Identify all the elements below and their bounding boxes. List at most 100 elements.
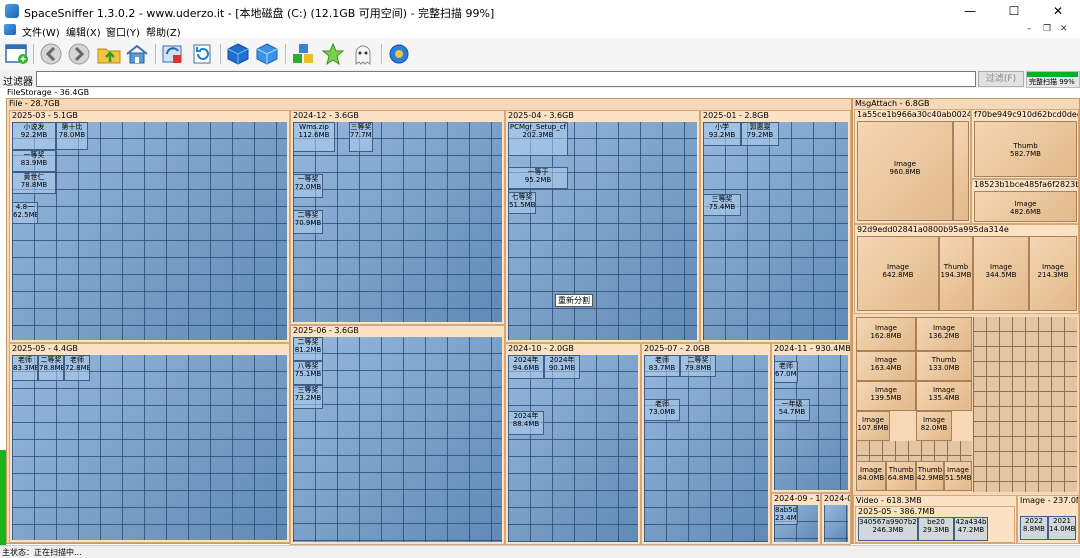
image-file-tile[interactable]: 2022 8.8MB (1020, 516, 1048, 540)
image-tile[interactable]: Image 214.3MB (1029, 236, 1077, 311)
hash-folder[interactable]: f70be949c910d62bcd0dee1452b8 Thumb582.7M… (971, 109, 1079, 179)
folder-up-icon[interactable] (96, 42, 122, 66)
menu-file[interactable]: 文件(W) (22, 24, 60, 39)
file-tile[interactable]: 小说发 92.2MB (12, 122, 56, 150)
file-tile[interactable]: 老师 73.0MB (644, 399, 680, 421)
file-tile[interactable]: 第十比 78.0MB (56, 122, 88, 150)
image-tile[interactable]: Image 82.0MB (916, 411, 952, 441)
folder-contents[interactable]: 二等奖 81.2MB 八等奖 75.1MB 三等奖 73.2MB (293, 337, 502, 542)
video-tile[interactable]: 42a434b 47.2MB (954, 517, 988, 541)
image-tile[interactable]: Image 51.5MB (944, 461, 972, 491)
ghost-icon[interactable] (350, 42, 376, 66)
folder-contents[interactable]: Wms.zip112.6MB 三等奖77.7MB 一等奖72.0MB 二等奖70… (293, 122, 502, 322)
image-tile[interactable]: Image 344.5MB (973, 236, 1029, 311)
file-tile[interactable]: 三等奖77.7MB (349, 122, 373, 152)
image-tile[interactable]: Image 642.8MB (857, 236, 939, 311)
home-icon[interactable] (124, 42, 150, 66)
folder-block[interactable]: 2025-07 - 2.0GB 老师 83.7MB 二等奖 79.8MB 老师 73.… (641, 343, 771, 545)
folder-block[interactable]: 2024-08 - (821, 493, 851, 545)
image-tile[interactable]: Image 163.4MB (856, 351, 916, 381)
small-attachments[interactable] (973, 317, 1077, 492)
image-tile[interactable]: Image 139.5MB (856, 381, 916, 411)
folder-contents[interactable] (824, 505, 848, 542)
file-tile[interactable]: 小学 93.2MB (703, 122, 741, 146)
file-tile[interactable]: 八等奖 75.1MB (293, 361, 323, 385)
video-tile[interactable]: be20 29.3MB (918, 517, 954, 541)
folder-block[interactable]: 2025-03 - 5.1GB 小说发 92.2MB 第十比 78.0MB 一等奖 8… (9, 110, 290, 343)
close-button[interactable]: ✕ (1036, 0, 1080, 22)
folder-contents[interactable]: 老师 83.7MB 二等奖 79.8MB 老师 73.0MB (644, 355, 768, 542)
file-tile[interactable]: 二等奖 79.8MB (680, 355, 716, 377)
hash-folder[interactable]: 92d9edd02841a0800b95a995da314e Image 642.… (854, 224, 1079, 314)
settings-gear-icon[interactable] (386, 42, 412, 66)
file-tile[interactable]: 二等奖 70.9MB (293, 210, 323, 234)
file-tile[interactable]: PCMgr_Setup_cf 202.3MB (508, 122, 568, 156)
refresh-icon[interactable] (190, 42, 216, 66)
image-tile[interactable]: Image 107.8MB (856, 411, 890, 441)
star-icon[interactable] (320, 42, 346, 66)
image-tile[interactable]: Image 84.0MB (856, 461, 886, 491)
back-icon[interactable] (38, 42, 64, 66)
file-tile[interactable]: 三等奖 73.2MB (293, 385, 323, 409)
folder-block[interactable]: 2024-10 - 2.0GB 2024年 94.6MB 2024年 90.1MB … (505, 343, 641, 545)
folder-contents[interactable]: PCMgr_Setup_cf 202.3MB 一等于 95.2MB 七等奖 51.5M… (508, 122, 697, 340)
image-tile[interactable]: Image 135.4MB (916, 381, 972, 411)
thumb-tile[interactable]: Thumb 64.8MB (886, 461, 916, 491)
minimize-button[interactable]: — (948, 0, 992, 22)
msgattach-block[interactable]: MsgAttach - 6.8GB 1a55ce1b966a30c40ab002… (852, 98, 1080, 544)
folder-contents[interactable]: 老师67.0MB 一年级54.7MB (774, 355, 848, 490)
file-tile[interactable]: 一等奖 83.9MB (12, 150, 56, 172)
file-block[interactable]: File - 28.7GB 2025-03 - 5.1GB 小说发 92.2MB … (6, 98, 852, 545)
folder-contents[interactable]: 小说发 92.2MB 第十比 78.0MB 一等奖 83.9MB 黄世仁 78.8MB … (12, 122, 287, 340)
video-folder[interactable]: Video - 618.3MB 2025-05 - 386.7MB 340567… (853, 495, 1017, 544)
rescan-icon[interactable] (160, 42, 186, 66)
file-tile[interactable]: 老师 83.7MB (644, 355, 680, 377)
folder-block[interactable]: 2025-05 - 4.4GB 老师 83.3MB 二等奖 78.8MB 老师 72.… (9, 343, 290, 543)
menu-window[interactable]: 窗口(Y) (106, 24, 140, 39)
folder-block[interactable]: 2025-01 - 2.8GB 小学 93.2MB 郭惠雯 79.2MB 三等奖 75… (700, 110, 851, 343)
mdi-close-icon[interactable]: ✕ (1060, 24, 1068, 34)
file-tile[interactable]: 三等奖 75.4MB (703, 194, 741, 216)
cube-dark-icon[interactable] (225, 42, 251, 66)
file-tile[interactable]: 老师 72.8MB (64, 355, 90, 381)
folder-block[interactable]: 2025-04 - 3.6GB PCMgr_Setup_cf 202.3MB 一等… (505, 110, 700, 343)
mdi-minimize-icon[interactable]: – (1027, 24, 1032, 34)
new-window-icon[interactable] (4, 42, 30, 66)
file-tile[interactable]: 二等奖 78.8MB (38, 355, 64, 381)
file-tile[interactable]: 二等奖 81.2MB (293, 337, 323, 361)
image-tile[interactable]: Image 960.8MB (857, 121, 953, 221)
thumb-tile[interactable]: Thumb 42.9MB (916, 461, 944, 491)
filter-button[interactable]: 过滤(F) (978, 71, 1024, 87)
image-folder[interactable]: Image - 237.0MB 20228.8MB 202114.0MB (1017, 495, 1079, 544)
file-tile[interactable]: 4.8一 62.5MB (12, 202, 38, 224)
file-tile[interactable]: Wms.zip 112.6MB (293, 122, 335, 152)
thumb-tile[interactable]: Thumb 194.3MB (939, 236, 973, 311)
blocks-icon[interactable] (290, 42, 316, 66)
file-tile[interactable]: 一等于 95.2MB (508, 167, 568, 189)
folder-block[interactable]: 2024-09 - 173.2MB 8ab5d23.4MB (771, 493, 821, 545)
image-tile[interactable]: Image 136.2MB (916, 317, 972, 351)
video-subfolder[interactable]: 2025-05 - 386.7MB 340567a9907b207c246.3M… (855, 506, 1015, 543)
thumb-tile[interactable] (953, 121, 969, 221)
file-tile[interactable]: 2024年 94.6MB (508, 355, 544, 379)
file-tile[interactable]: 一年级 54.7MB (774, 399, 810, 421)
treemap[interactable]: FileStorage - 36.4GB File - 28.7GB 2025-… (0, 88, 1080, 545)
image-tile[interactable]: Image 482.6MB (974, 191, 1077, 222)
folder-contents[interactable]: 小学 93.2MB 郭惠雯 79.2MB 三等奖 75.4MB (703, 122, 848, 340)
folder-block[interactable]: 2024-12 - 3.6GB Wms.zip112.6MB 三等奖77.7MB… (290, 110, 505, 325)
file-tile[interactable]: 2024年 88.4MB (508, 411, 544, 435)
hash-folder[interactable]: 18523b1bce485fa6f2823b3a7e78 Image482.6M… (971, 179, 1079, 224)
menu-help[interactable]: 帮助(Z) (146, 24, 181, 39)
forward-icon[interactable] (66, 42, 92, 66)
mdi-restore-icon[interactable]: ❐ (1043, 24, 1051, 34)
thumb-tile[interactable]: Thumb 582.7MB (974, 121, 1077, 177)
maximize-button[interactable]: ☐ (992, 0, 1036, 22)
folder-contents[interactable]: 2024年 94.6MB 2024年 90.1MB 2024年 88.4MB (508, 355, 638, 542)
file-tile[interactable]: 黄世仁 78.8MB (12, 172, 56, 194)
file-tile[interactable]: 老师67.0MB (774, 361, 798, 383)
folder-block[interactable]: 2024-11 - 930.4MB 老师67.0MB 一年级54.7MB (771, 343, 851, 493)
hash-folder[interactable]: 1a55ce1b966a30c40ab002460417456 Image960… (854, 109, 971, 224)
thumb-tile[interactable]: Thumb 133.0MB (916, 351, 972, 381)
image-file-tile[interactable]: 2021 14.0MB (1048, 516, 1076, 540)
folder-contents[interactable]: 8ab5d23.4MB (774, 505, 818, 542)
